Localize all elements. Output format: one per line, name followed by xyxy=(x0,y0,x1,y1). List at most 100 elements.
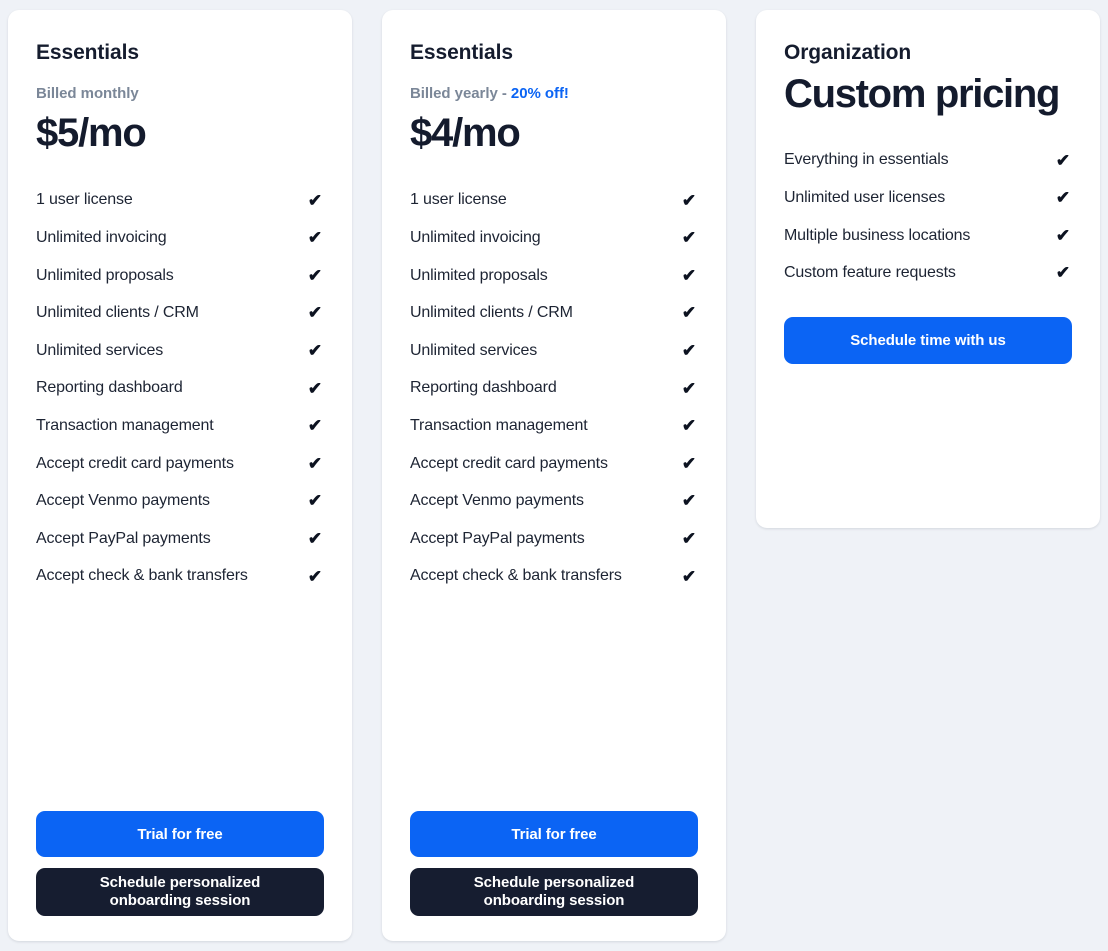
feature-label: Accept PayPal payments xyxy=(410,529,585,547)
feature-label: Accept credit card payments xyxy=(410,454,608,472)
billing-period-text: Billed yearly xyxy=(410,85,498,103)
check-icon: ✔ xyxy=(307,378,323,398)
feature-label: Unlimited proposals xyxy=(36,266,174,284)
check-icon: ✔ xyxy=(307,529,323,549)
check-icon: ✔ xyxy=(307,265,323,285)
feature-label: 1 user license xyxy=(410,191,507,209)
plan-name: Essentials xyxy=(36,41,139,64)
feature-label: Accept credit card payments xyxy=(36,454,234,472)
check-icon: ✔ xyxy=(1055,188,1071,208)
billing-separator: - xyxy=(497,85,511,103)
feature-label: Accept PayPal payments xyxy=(36,529,211,547)
feature-row: Accept Venmo payments ✔ xyxy=(410,482,698,520)
feature-label: Unlimited user licenses xyxy=(784,188,946,206)
feature-row: Transaction management ✔ xyxy=(410,407,698,445)
feature-row: 1 user license ✔ xyxy=(36,181,324,219)
feature-label: Custom feature requests xyxy=(784,264,956,282)
feature-label: Accept check & bank transfers xyxy=(36,567,248,585)
feature-row: Unlimited services ✔ xyxy=(410,332,698,370)
feature-row: Reporting dashboard ✔ xyxy=(410,369,698,407)
schedule-onboarding-button[interactable]: Schedule personalized onboarding session xyxy=(36,868,324,916)
plan-price: Custom pricing xyxy=(784,72,1060,117)
feature-row: Unlimited invoicing ✔ xyxy=(410,219,698,257)
billing-period-label: Billed yearly - 20% off! xyxy=(410,85,698,104)
feature-row: Reporting dashboard ✔ xyxy=(36,369,324,407)
trial-for-free-button[interactable]: Trial for free xyxy=(36,811,324,857)
discount-badge: 20% off! xyxy=(510,85,569,103)
check-icon: ✔ xyxy=(1055,150,1071,170)
feature-label: Unlimited services xyxy=(410,341,538,359)
feature-row: Accept credit card payments ✔ xyxy=(410,445,698,483)
check-icon: ✔ xyxy=(307,341,323,361)
feature-row: Unlimited clients / CRM ✔ xyxy=(36,294,324,332)
feature-row: 1 user license ✔ xyxy=(410,181,698,219)
schedule-onboarding-button[interactable]: Schedule personalized onboarding session xyxy=(410,868,698,916)
check-icon: ✔ xyxy=(681,529,697,549)
feature-row: Unlimited user licenses ✔ xyxy=(784,179,1072,217)
feature-list: Everything in essentials ✔ Unlimited user … xyxy=(784,141,1072,291)
feature-label: Unlimited clients / CRM xyxy=(36,304,199,322)
check-icon: ✔ xyxy=(681,491,697,511)
plan-card-essentials-yearly: Essentials Billed yearly - 20% off! $4/m… xyxy=(382,10,726,941)
feature-row: Accept credit card payments ✔ xyxy=(36,445,324,483)
check-icon: ✔ xyxy=(681,453,697,473)
feature-label: Unlimited invoicing xyxy=(36,228,167,246)
feature-label: Multiple business locations xyxy=(784,226,971,244)
check-icon: ✔ xyxy=(307,453,323,473)
cta-group: Schedule time with us xyxy=(784,316,1072,364)
feature-row: Unlimited invoicing ✔ xyxy=(36,219,324,257)
feature-row: Accept check & bank transfers ✔ xyxy=(36,557,324,595)
feature-label: Accept check & bank transfers xyxy=(410,567,622,585)
feature-row: Unlimited proposals ✔ xyxy=(410,257,698,295)
check-icon: ✔ xyxy=(681,265,697,285)
feature-row: Unlimited proposals ✔ xyxy=(36,257,324,295)
feature-row: Accept Venmo payments ✔ xyxy=(36,482,324,520)
check-icon: ✔ xyxy=(307,190,323,210)
plan-name: Essentials xyxy=(410,41,513,64)
feature-label: Unlimited services xyxy=(36,341,164,359)
feature-row: Unlimited clients / CRM ✔ xyxy=(410,294,698,332)
trial-for-free-button[interactable]: Trial for free xyxy=(410,811,698,857)
feature-label: Unlimited invoicing xyxy=(410,228,541,246)
check-icon: ✔ xyxy=(681,190,697,210)
check-icon: ✔ xyxy=(681,228,697,248)
feature-row: Transaction management ✔ xyxy=(36,407,324,445)
feature-row: Accept check & bank transfers ✔ xyxy=(410,557,698,595)
plan-name: Organization xyxy=(784,41,912,64)
feature-row: Everything in essentials ✔ xyxy=(784,141,1072,179)
schedule-time-with-us-button[interactable]: Schedule time with us xyxy=(784,316,1072,364)
check-icon: ✔ xyxy=(307,303,323,323)
feature-label: Transaction management xyxy=(410,416,588,434)
check-icon: ✔ xyxy=(681,378,697,398)
feature-label: Reporting dashboard xyxy=(410,379,557,397)
check-icon: ✔ xyxy=(307,566,323,586)
check-icon: ✔ xyxy=(307,228,323,248)
feature-label: Transaction management xyxy=(36,416,214,434)
check-icon: ✔ xyxy=(307,416,323,436)
pricing-plans-page: Essentials Billed monthly $5/mo 1 user l… xyxy=(0,0,1108,951)
feature-row: Multiple business locations ✔ xyxy=(784,217,1072,255)
feature-label: Unlimited clients / CRM xyxy=(410,304,573,322)
check-icon: ✔ xyxy=(1055,225,1071,245)
feature-row: Accept PayPal payments ✔ xyxy=(36,520,324,558)
feature-list: 1 user license ✔ Unlimited invoicing ✔ Unlim… xyxy=(36,181,324,595)
check-icon: ✔ xyxy=(681,341,697,361)
check-icon: ✔ xyxy=(681,416,697,436)
feature-label: Unlimited proposals xyxy=(410,266,548,284)
check-icon: ✔ xyxy=(307,491,323,511)
billing-period-text: Billed monthly xyxy=(36,85,139,103)
cta-group: Trial for free Schedule personalized onb… xyxy=(36,811,324,941)
plan-card-organization: Organization Custom pricing Everything i… xyxy=(756,10,1100,528)
cta-group: Trial for free Schedule personalized onb… xyxy=(410,811,698,941)
plan-card-essentials-monthly: Essentials Billed monthly $5/mo 1 user l… xyxy=(8,10,352,941)
feature-label: Accept Venmo payments xyxy=(36,492,210,510)
plan-price: $5/mo xyxy=(36,111,147,156)
feature-label: Everything in essentials xyxy=(784,151,949,169)
billing-period-label: Billed monthly xyxy=(36,85,324,104)
plan-price: $4/mo xyxy=(410,111,521,156)
feature-label: 1 user license xyxy=(36,191,133,209)
feature-row: Custom feature requests ✔ xyxy=(784,254,1072,292)
feature-list: 1 user license ✔ Unlimited invoicing ✔ Unlim… xyxy=(410,181,698,595)
feature-row: Accept PayPal payments ✔ xyxy=(410,520,698,558)
feature-label: Accept Venmo payments xyxy=(410,492,584,510)
